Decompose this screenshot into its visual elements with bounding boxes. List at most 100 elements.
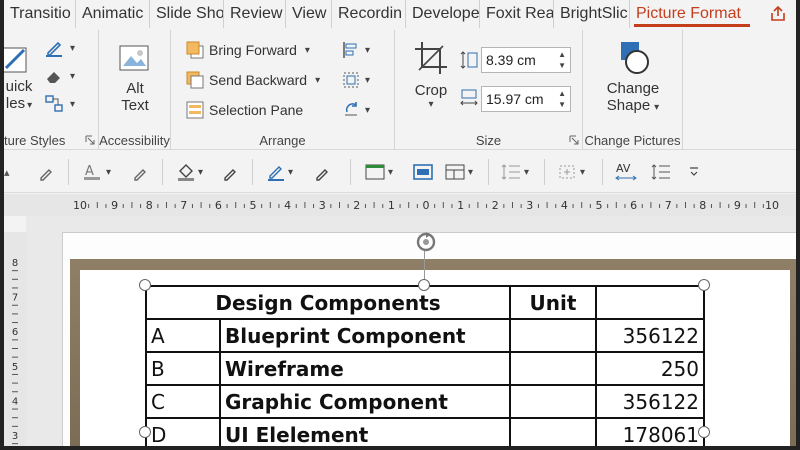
cell-name[interactable]: Wireframe [219,351,511,386]
width-input[interactable]: 15.97 cm ▲ ▼ [481,86,571,112]
height-icon [460,51,478,69]
text-box-icon[interactable]: ▾ [556,159,585,185]
tab-review[interactable]: Review [224,0,286,28]
tab-recording[interactable]: Recordin [332,0,406,28]
selection-pane-icon [186,101,204,119]
tab-brightslide[interactable]: BrightSlic [554,0,630,28]
cell-name[interactable]: UI Elelement [219,417,511,446]
group-picture-styles: uick les ▾ ▾ ▾ ▾ ture Styles [4,30,99,150]
crop-label: Crop [414,82,448,99]
ribbon-tabs: Transitio Animatic Slide Sho Review View… [4,0,796,28]
text-eyedropper-icon[interactable] [132,159,150,185]
paragraph-spacing-icon[interactable] [650,159,672,185]
cell-id[interactable]: C [145,384,221,419]
height-value: 8.39 cm [486,52,536,68]
quick-access-toolbar: ▴ A ▾ ▾ ▾ ▾ ▾ ▾ ▾ AV [4,151,796,193]
font-color-icon[interactable]: A ▾ [82,159,111,185]
more-options-icon[interactable] [688,159,700,185]
picture-effects-button[interactable]: ▾ [44,66,75,86]
tab-developer[interactable]: Develope [406,0,480,28]
ruler-tick-label: 5 [596,199,603,212]
ruler-tick-label: 8 [699,199,706,212]
change-shape-button[interactable]: Change Shape ▾ [597,38,669,114]
dialog-launcher-icon[interactable] [85,135,95,145]
header-design-components[interactable]: Design Components [145,285,511,320]
cell-value[interactable]: 178061 [595,417,705,446]
toolbar-separator [162,159,163,185]
group-size: Crop ▾ 8.39 cm ▲ ▼ 15.97 cm ▲ ▼ Size [395,30,583,150]
cell-name[interactable]: Blueprint Component [219,318,511,353]
ruler-tick-label: 8 [146,199,153,212]
character-spacing-icon[interactable]: AV [614,159,638,185]
rotate-handle-icon[interactable] [412,228,440,256]
rotate-button[interactable]: ▾ [341,100,370,120]
toolbar-item-1[interactable]: ▴ [4,159,10,185]
alt-text-button[interactable]: Alt Text [103,42,167,114]
ruler-tick-label: 3 [319,199,326,212]
selection-pane-button[interactable]: Selection Pane [185,100,303,120]
header-empty[interactable] [595,285,705,320]
width-spinner-icon[interactable]: ▲ ▼ [558,88,566,110]
ribbon: uick les ▾ ▾ ▾ ▾ ture Styles Alt Text Acc… [4,30,796,150]
cell-id[interactable]: B [145,351,221,386]
cell-unit[interactable] [509,318,597,353]
send-backward-button[interactable]: Send Backward ▾ [185,70,320,90]
group-label-change-pictures: Change Pictures [584,133,681,148]
width-icon [460,89,478,106]
tab-transitions[interactable]: Transitio [4,0,76,28]
ruler-tick-label: 3 [526,199,533,212]
resize-handle-middle-left[interactable] [139,426,151,438]
resize-handle-top-left[interactable] [139,279,151,291]
cell-id[interactable]: D [145,417,221,446]
vertical-ruler: 8 7 6 5 4 3 [4,232,26,446]
line-spacing-icon[interactable]: ▾ [500,159,529,185]
cell-name[interactable]: Graphic Component [219,384,511,419]
resize-handle-top-center[interactable] [418,279,430,291]
tab-animations[interactable]: Animatic [76,0,150,28]
eyedropper-icon[interactable] [38,159,56,185]
alt-text-label-2: Text [121,97,149,114]
cell-value[interactable]: 250 [595,351,705,386]
tab-foxit-reader[interactable]: Foxit Rea [480,0,554,28]
picture-layout-button[interactable]: ▾ [44,94,75,114]
share-icon[interactable] [766,2,790,26]
bring-forward-button[interactable]: Bring Forward ▾ [185,40,310,60]
group-objects-button[interactable]: ▾ [341,70,370,90]
vertical-ruler-graphic: 8 7 6 5 4 3 [12,258,18,445]
picture-border-button[interactable]: ▾ [44,38,75,58]
toolbar-separator [544,159,545,185]
table-layout-icon[interactable]: ▾ [444,159,473,185]
table-border-icon[interactable]: ▾ [364,159,393,185]
ruler-tick-label: 1 [457,199,464,212]
shape-fill-icon[interactable]: ▾ [176,159,203,185]
ruler-tick-label: 0 [423,199,430,212]
cell-id[interactable]: A [145,318,221,353]
cell-value[interactable]: 356122 [595,318,705,353]
size-dialog-launcher-icon[interactable] [569,135,579,145]
tab-view[interactable]: View [286,0,332,28]
vruler-tick-label: 4 [12,396,18,407]
quick-styles-button[interactable]: uick les ▾ [4,44,38,112]
resize-handle-middle-right[interactable] [698,426,710,438]
height-spinner-icon[interactable]: ▲ ▼ [558,49,566,71]
outline-eyedropper-icon[interactable] [314,159,332,185]
tab-slide-show[interactable]: Slide Sho [150,0,224,28]
table-shading-icon[interactable] [412,159,434,185]
tab-picture-format[interactable]: Picture Format [630,0,754,28]
height-input[interactable]: 8.39 cm ▲ ▼ [481,47,571,73]
align-button[interactable]: ▾ [341,40,370,60]
table-header-row: Design Components Unit [145,285,705,320]
crop-button[interactable]: Crop ▾ [409,40,453,110]
change-shape-label-2: Shape ▾ [606,97,660,114]
fill-eyedropper-icon[interactable] [222,159,240,185]
cell-value[interactable]: 356122 [595,384,705,419]
shape-outline-icon[interactable]: ▾ [266,159,293,185]
header-unit[interactable]: Unit [509,285,597,320]
cell-unit[interactable] [509,417,597,446]
resize-handle-top-right[interactable] [698,279,710,291]
ruler-tick-label: 6 [630,199,637,212]
data-table[interactable]: Design Components Unit A Blueprint Compo… [145,285,705,446]
cell-unit[interactable] [509,384,597,419]
ruler-tick-label: 9 [111,199,118,212]
cell-unit[interactable] [509,351,597,386]
